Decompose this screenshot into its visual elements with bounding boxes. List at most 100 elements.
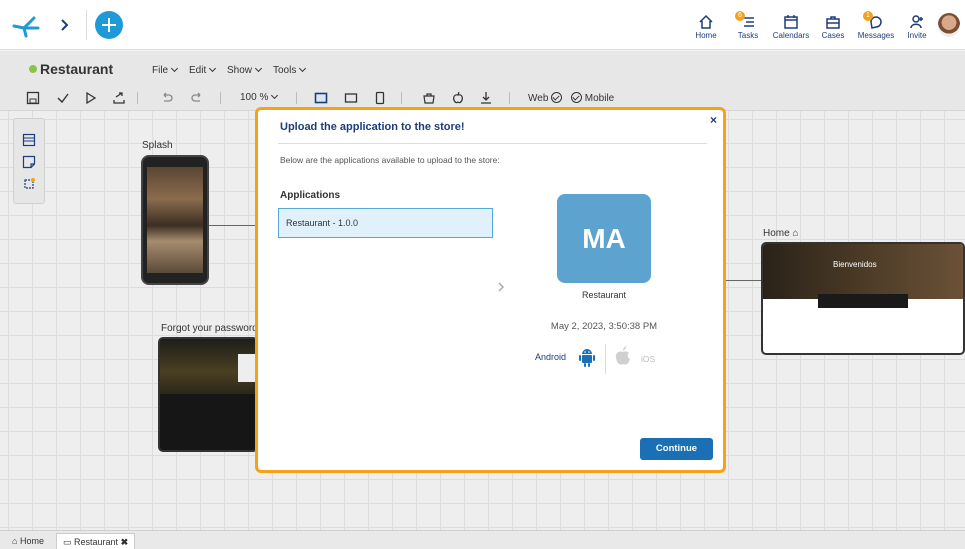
nav-tasks[interactable]: 6 Tasks	[735, 11, 761, 40]
desktop-view-icon[interactable]	[314, 91, 328, 105]
forgot-label: Forgot your password	[161, 323, 258, 334]
nav-home-label: Home	[695, 31, 717, 40]
nav-messages[interactable]: 1 Messages	[857, 11, 895, 40]
home-thumbnail	[763, 244, 963, 299]
home-page-node[interactable]: Bienvenidos	[761, 242, 965, 355]
divider	[605, 344, 606, 374]
page-icon: ▭	[63, 537, 72, 547]
check-circle-icon	[551, 92, 563, 103]
forgot-password-node[interactable]	[158, 337, 258, 452]
logo-icon[interactable]	[12, 12, 42, 38]
zoom-select[interactable]: 100 %	[240, 91, 279, 103]
nav-invite[interactable]: Invite	[905, 14, 929, 40]
nav-home[interactable]: Home	[693, 14, 719, 40]
download-icon[interactable]	[479, 91, 493, 105]
menu-show[interactable]: Show	[227, 64, 263, 76]
calendar-icon	[784, 15, 798, 29]
android-icon[interactable]	[578, 347, 596, 367]
divider	[220, 92, 221, 104]
web-label: Web	[528, 93, 549, 104]
connector	[726, 280, 762, 281]
tab-home-label: Home	[19, 536, 44, 546]
menu-tools[interactable]: Tools	[273, 64, 307, 76]
splash-label: Splash	[142, 140, 173, 151]
save-icon[interactable]	[26, 91, 40, 105]
avatar[interactable]	[938, 13, 960, 37]
check-icon[interactable]	[56, 91, 70, 105]
menu-tools-label: Tools	[273, 65, 297, 76]
applications-heading: Applications	[280, 190, 341, 201]
redo-icon[interactable]	[190, 91, 204, 105]
chevron-down-icon	[299, 64, 307, 73]
nav-messages-label: Messages	[857, 31, 895, 40]
dialog-description: Below are the applications available to …	[280, 155, 500, 165]
divider	[296, 92, 297, 104]
home-node-label: Home ⌂	[763, 228, 799, 239]
upload-icon[interactable]	[112, 91, 126, 105]
ios-label: iOS	[641, 354, 656, 364]
divider	[509, 92, 510, 104]
nav-invite-label: Invite	[907, 31, 927, 40]
divider	[86, 10, 87, 40]
mobile-label: Mobile	[584, 93, 615, 104]
menu-file-label: File	[152, 65, 169, 76]
nav-calendars-label: Calendars	[772, 31, 810, 40]
close-icon[interactable]: ✖	[121, 537, 129, 547]
apple-icon[interactable]	[451, 91, 465, 105]
home-node-label-text: Home	[763, 228, 790, 239]
application-list-item[interactable]: Restaurant - 1.0.0	[278, 208, 493, 238]
menu-edit-label: Edit	[189, 65, 207, 76]
chevron-down-icon	[254, 64, 263, 73]
mobile-view-icon[interactable]	[373, 91, 387, 105]
nav-tasks-label: Tasks	[737, 31, 759, 40]
status-dot	[29, 65, 37, 73]
app-title: Restaurant	[40, 61, 114, 77]
divider	[401, 92, 402, 104]
add-button[interactable]	[95, 11, 123, 39]
app-icon-tile: MA	[557, 194, 651, 283]
form-element-icon[interactable]	[22, 133, 36, 147]
app-date: May 2, 2023, 3:50:38 PM	[550, 321, 658, 332]
upload-dialog: Upload the application to the store! × B…	[255, 107, 726, 473]
component-icon[interactable]	[22, 177, 36, 191]
tablet-view-icon[interactable]	[344, 91, 358, 105]
close-icon[interactable]: ×	[710, 114, 720, 126]
bottom-tab-bar: ⌂ Home ▭ Restaurant ✖	[0, 530, 965, 549]
splash-thumbnail	[147, 167, 203, 273]
store-icon[interactable]	[422, 91, 436, 105]
top-bar: Home 6 Tasks Calendars Cases 1 Messages …	[0, 0, 965, 50]
play-icon[interactable]	[84, 91, 98, 105]
menu-edit[interactable]: Edit	[189, 64, 217, 76]
note-icon[interactable]	[22, 155, 36, 169]
home-hero-text: Bienvenidos	[833, 260, 877, 269]
menu-show-label: Show	[227, 65, 253, 76]
chevron-down-icon	[171, 64, 179, 73]
briefcase-icon	[826, 16, 840, 29]
home-icon: ⌂	[792, 228, 799, 239]
divider	[137, 92, 138, 104]
splash-page-node[interactable]	[141, 155, 209, 285]
chevron-right-icon[interactable]	[496, 282, 506, 292]
undo-icon[interactable]	[160, 91, 174, 105]
continue-button[interactable]: Continue	[640, 438, 713, 460]
messages-badge: 1	[863, 11, 873, 21]
tab-home[interactable]: ⌂ Home	[6, 533, 50, 549]
menu-bar	[0, 51, 965, 87]
tab-restaurant[interactable]: ▭ Restaurant ✖	[56, 533, 136, 549]
zoom-value: 100 %	[240, 92, 269, 103]
home-icon: ⌂	[12, 536, 18, 546]
menu-file[interactable]: File	[152, 64, 179, 76]
chevron-right-icon[interactable]	[58, 16, 72, 34]
nav-cases[interactable]: Cases	[820, 14, 846, 40]
element-palette	[13, 118, 45, 204]
application-item-label: Restaurant - 1.0.0	[286, 218, 359, 228]
web-toggle[interactable]: Web	[528, 92, 563, 104]
home-band	[818, 294, 908, 308]
nav-calendars[interactable]: Calendars	[772, 14, 810, 40]
apple-icon[interactable]	[614, 346, 632, 367]
app-name: Restaurant	[581, 290, 627, 300]
mobile-toggle[interactable]: Mobile	[571, 92, 614, 104]
tasks-badge: 6	[735, 11, 745, 21]
connector	[209, 225, 255, 226]
chevron-down-icon	[271, 91, 279, 100]
